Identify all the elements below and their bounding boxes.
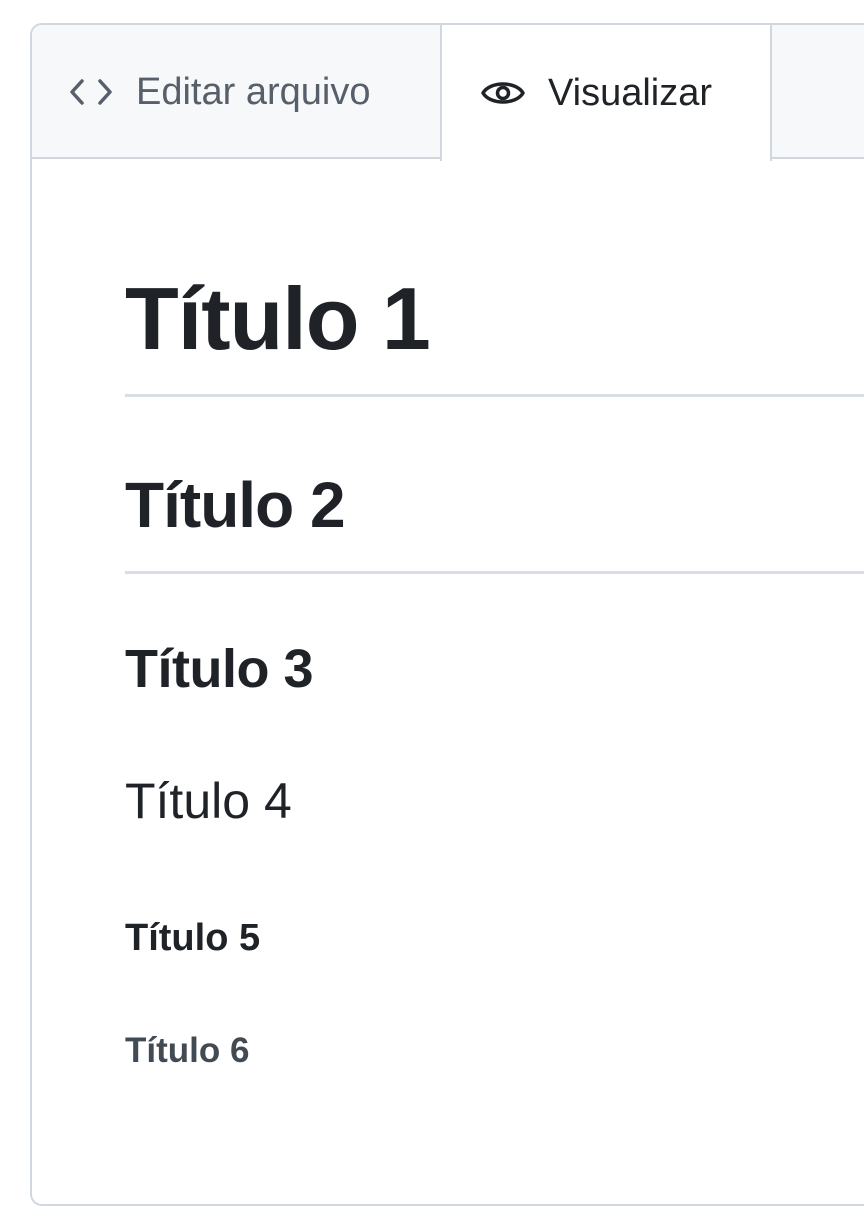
tab-edit-file-label: Editar arquivo	[136, 70, 371, 113]
tab-edit-file[interactable]: Editar arquivo	[32, 25, 440, 159]
code-icon	[68, 77, 114, 107]
tab-preview[interactable]: Visualizar	[440, 25, 772, 161]
heading-2-divider	[125, 571, 864, 574]
heading-5: Título 5	[125, 917, 261, 959]
heading-4: Título 4	[125, 773, 292, 829]
tab-preview-label: Visualizar	[548, 71, 713, 114]
file-preview-panel: Editar arquivo Visualizar Título 1 Títul…	[30, 23, 864, 1206]
heading-3: Título 3	[125, 639, 313, 699]
heading-6: Título 6	[125, 1031, 250, 1070]
heading-1-divider	[125, 394, 864, 397]
tab-bar: Editar arquivo Visualizar	[32, 25, 864, 161]
eye-icon	[480, 77, 526, 109]
heading-1: Título 1	[125, 269, 431, 368]
heading-2: Título 2	[125, 469, 346, 541]
